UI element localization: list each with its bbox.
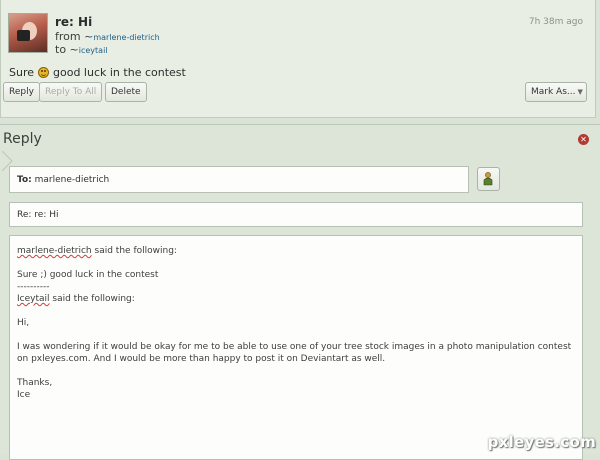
message-timestamp: 7h 38m ago <box>528 17 583 27</box>
greeting: Hi, <box>17 318 30 328</box>
quote-text: Sure ;) good luck in the contest <box>17 270 159 280</box>
tilde-symbol: ~ <box>69 43 79 56</box>
to-field-value: marlene-dietrich <box>34 175 110 185</box>
reply-panel: Reply ✕ To: marlene-dietrich Re: re: Hi … <box>0 124 600 460</box>
reply-all-button[interactable]: Reply To All <box>39 82 103 102</box>
address-book-icon <box>483 172 493 186</box>
close-icon[interactable]: ✕ <box>578 134 589 145</box>
to-field-label: To: <box>17 175 32 185</box>
avatar[interactable] <box>8 13 48 53</box>
message-card: re: Hi from ~marlene-dietrich to ~iceyta… <box>0 0 596 118</box>
message-title: re: Hi <box>55 15 93 29</box>
tilde-symbol: ~ <box>84 30 94 43</box>
watermark: pxleyes.com <box>487 433 596 451</box>
from-user-link[interactable]: marlene-dietrich <box>93 33 159 42</box>
body-paragraph: I was wondering if it would be okay for … <box>17 342 572 364</box>
second-quote-header: Iceytail said the following: <box>17 293 574 305</box>
to-field[interactable]: To: marlene-dietrich <box>9 166 469 193</box>
signature: Ice <box>17 390 31 400</box>
quote-header: marlene-dietrich said the following: <box>17 245 574 257</box>
quote-divider: ---------- <box>17 282 50 292</box>
to-line: to ~iceytail <box>55 43 108 56</box>
message-body-start: Sure <box>9 66 35 79</box>
chevron-down-icon: ▼ <box>577 88 583 96</box>
mark-as-dropdown[interactable]: Mark As... ▼ <box>525 82 587 102</box>
quote-said: said the following: <box>94 246 177 256</box>
delete-button[interactable]: Delete <box>105 82 147 102</box>
from-line: from ~marlene-dietrich <box>55 30 160 43</box>
smiley-icon <box>38 67 50 78</box>
subject-field[interactable]: Re: re: Hi <box>9 202 583 227</box>
reply-heading: Reply <box>3 131 42 147</box>
message-body: Sure good luck in the contest <box>9 66 186 79</box>
second-author: Iceytail <box>17 294 50 304</box>
signoff: Thanks, <box>17 378 53 388</box>
reply-button[interactable]: Reply <box>3 82 40 102</box>
second-said: said the following: <box>52 294 135 304</box>
to-user-link[interactable]: iceytail <box>79 46 108 55</box>
quote-author: marlene-dietrich <box>17 246 92 256</box>
avatar-camera <box>17 30 30 41</box>
message-body-end: good luck in the contest <box>53 66 186 79</box>
address-book-button[interactable] <box>477 167 500 191</box>
from-label: from <box>55 30 81 43</box>
message-body-textarea[interactable]: marlene-dietrich said the following: Sur… <box>9 235 583 460</box>
mark-as-label: Mark As... <box>531 87 576 97</box>
to-label: to <box>55 43 67 56</box>
